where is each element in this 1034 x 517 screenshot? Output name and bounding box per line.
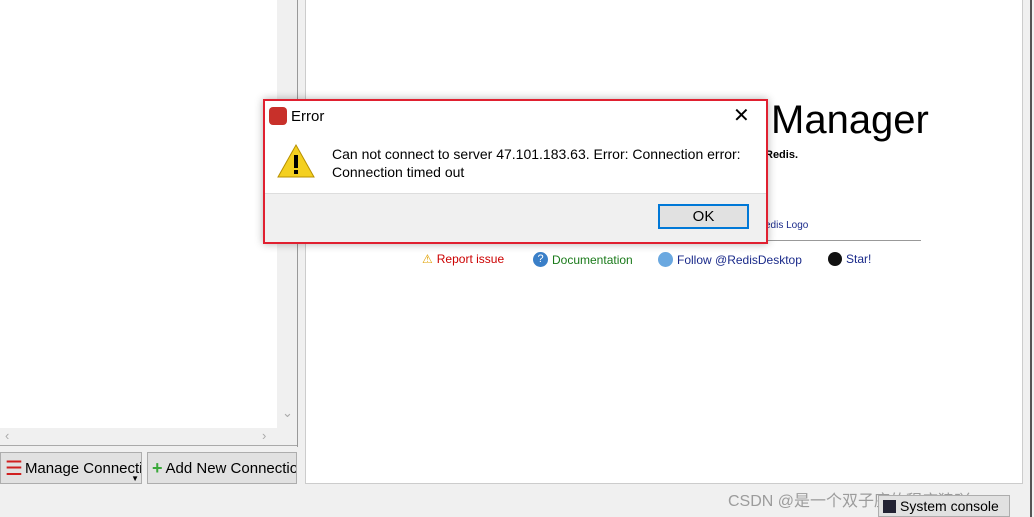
help-icon: ? <box>533 252 548 267</box>
logo-credit-link[interactable]: edis Logo <box>765 220 808 231</box>
window-edge <box>1030 0 1032 517</box>
add-connection-button[interactable]: + Add New Connectio <box>147 452 297 484</box>
warning-icon: ⚠ <box>422 252 433 266</box>
system-console-button[interactable]: System console <box>878 495 1010 517</box>
console-icon <box>883 499 896 513</box>
scroll-left-icon[interactable]: ‹ <box>5 428 9 443</box>
connections-tree[interactable] <box>0 0 277 428</box>
scroll-right-icon[interactable]: › <box>262 428 266 443</box>
close-icon[interactable]: ✕ <box>733 103 750 128</box>
redis-logo-icon <box>269 107 287 125</box>
ok-button[interactable]: OK <box>658 204 749 229</box>
error-dialog: Error ✕ Can not connect to server 47.101… <box>263 99 768 244</box>
manage-connections-button[interactable]: ☰ Manage Connecti ▼ <box>0 452 142 484</box>
star-link[interactable]: Star! <box>828 252 871 266</box>
github-icon <box>828 252 842 266</box>
dropdown-icon: ▼ <box>131 474 139 483</box>
plus-icon: + <box>152 457 163 478</box>
error-message: Can not connect to server 47.101.183.63.… <box>332 146 741 180</box>
scroll-down-icon[interactable]: ⌄ <box>282 405 293 421</box>
documentation-link[interactable]: ? Documentation <box>533 252 633 267</box>
menu-icon: ☰ <box>5 457 23 480</box>
report-issue-link[interactable]: ⚠ Report issue <box>422 252 504 266</box>
dialog-titlebar: Error ✕ <box>265 101 766 131</box>
tagline: Redis. <box>765 149 799 161</box>
horizontal-scrollbar[interactable]: ‹ › <box>0 428 297 446</box>
warning-icon <box>277 143 315 178</box>
app-title: Manager <box>771 98 929 142</box>
twitter-icon <box>658 252 673 267</box>
follow-link[interactable]: Follow @RedisDesktop <box>658 252 802 267</box>
